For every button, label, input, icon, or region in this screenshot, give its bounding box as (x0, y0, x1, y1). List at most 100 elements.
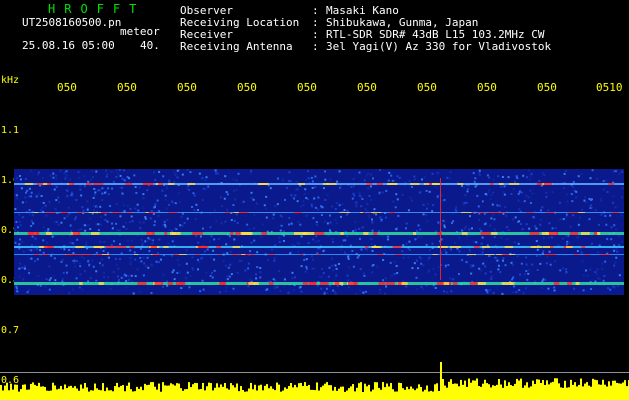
noise-speckle (517, 242, 520, 245)
noise-speckle (30, 191, 33, 194)
power-bar (608, 381, 610, 400)
noise-speckle (174, 173, 177, 176)
signal-hotspot (547, 232, 559, 235)
signal-hotspot (154, 282, 164, 285)
signal-hotspot (477, 212, 486, 213)
noise-speckle (79, 265, 82, 268)
noise-speckle (530, 172, 533, 175)
noise-speckle (210, 256, 213, 259)
power-bar (560, 387, 562, 400)
noise-speckle (494, 229, 497, 232)
noise-speckle (306, 198, 309, 201)
noise-speckle (80, 194, 83, 197)
signal-hotspot (86, 183, 92, 185)
noise-speckle (473, 180, 476, 183)
noise-speckle (326, 291, 329, 294)
noise-speckle (226, 193, 229, 196)
noise-speckle (73, 259, 76, 262)
signal-hotspot (353, 282, 358, 285)
noise-speckle (178, 201, 181, 204)
noise-speckle (66, 195, 69, 198)
noise-speckle (142, 221, 145, 224)
noise-speckle (443, 226, 446, 229)
noise-speckle (125, 280, 128, 283)
noise-speckle (411, 199, 414, 202)
noise-speckle (449, 171, 452, 174)
noise-speckle (150, 292, 153, 295)
noise-speckle (174, 202, 177, 205)
noise-speckle (67, 206, 70, 209)
power-bar (192, 384, 194, 400)
noise-speckle (186, 169, 189, 172)
noise-speckle (74, 265, 77, 268)
noise-speckle (266, 259, 269, 262)
power-bar (536, 379, 538, 400)
noise-speckle (542, 171, 545, 174)
noise-speckle (232, 204, 235, 207)
noise-speckle (213, 209, 216, 212)
noise-speckle (542, 250, 545, 253)
noise-speckle (166, 185, 169, 188)
signal-hotspot (41, 254, 49, 255)
noise-speckle (596, 268, 599, 271)
noise-speckle (193, 194, 196, 197)
noise-speckle (512, 188, 515, 191)
noise-speckle (176, 176, 179, 179)
noise-speckle (448, 177, 451, 180)
power-bar (526, 382, 528, 400)
noise-speckle (192, 192, 195, 195)
signal-hotspot (167, 212, 178, 213)
noise-speckle (283, 198, 286, 201)
noise-speckle (341, 203, 344, 206)
power-bar (16, 384, 18, 400)
power-bar (256, 390, 258, 400)
noise-speckle (115, 169, 118, 172)
signal-hotspot (461, 212, 472, 213)
noise-speckle (149, 217, 152, 220)
noise-speckle (518, 289, 521, 292)
noise-speckle (408, 248, 411, 251)
noise-speckle (426, 220, 429, 223)
noise-speckle (606, 237, 609, 240)
signal-hotspot (544, 183, 552, 185)
noise-speckle (21, 201, 24, 204)
power-bar (208, 382, 210, 400)
noise-speckle (178, 264, 181, 267)
noise-speckle (14, 241, 17, 244)
power-bar (336, 390, 338, 400)
noise-speckle (48, 265, 51, 268)
noise-speckle (335, 202, 338, 205)
noise-speckle (411, 267, 414, 270)
noise-speckle (21, 216, 24, 219)
noise-speckle (595, 273, 598, 276)
noise-speckle (317, 239, 320, 242)
noise-speckle (285, 186, 288, 189)
power-bar (402, 388, 404, 400)
noise-speckle (82, 209, 85, 212)
noise-speckle (172, 201, 175, 204)
noise-speckle (600, 199, 603, 202)
power-bar (624, 380, 626, 400)
noise-speckle (376, 265, 379, 268)
signal-hotspot (467, 254, 476, 255)
power-bar (462, 384, 464, 400)
noise-speckle (208, 240, 211, 243)
noise-speckle (535, 240, 538, 243)
noise-speckle (204, 179, 207, 182)
noise-speckle (366, 202, 369, 205)
noise-speckle (397, 214, 400, 217)
noise-speckle (154, 203, 157, 206)
power-bar (340, 386, 342, 400)
noise-speckle (427, 270, 430, 273)
noise-speckle (86, 208, 89, 211)
x-tick-label: 050 (297, 81, 317, 94)
noise-speckle (422, 213, 425, 216)
power-bar (516, 378, 518, 400)
noise-speckle (117, 267, 120, 270)
noise-speckle (104, 213, 107, 216)
power-bar (204, 390, 206, 400)
noise-speckle (620, 214, 623, 217)
signal-hotspot (549, 246, 554, 248)
noise-speckle (566, 242, 569, 245)
noise-speckle (466, 188, 469, 191)
